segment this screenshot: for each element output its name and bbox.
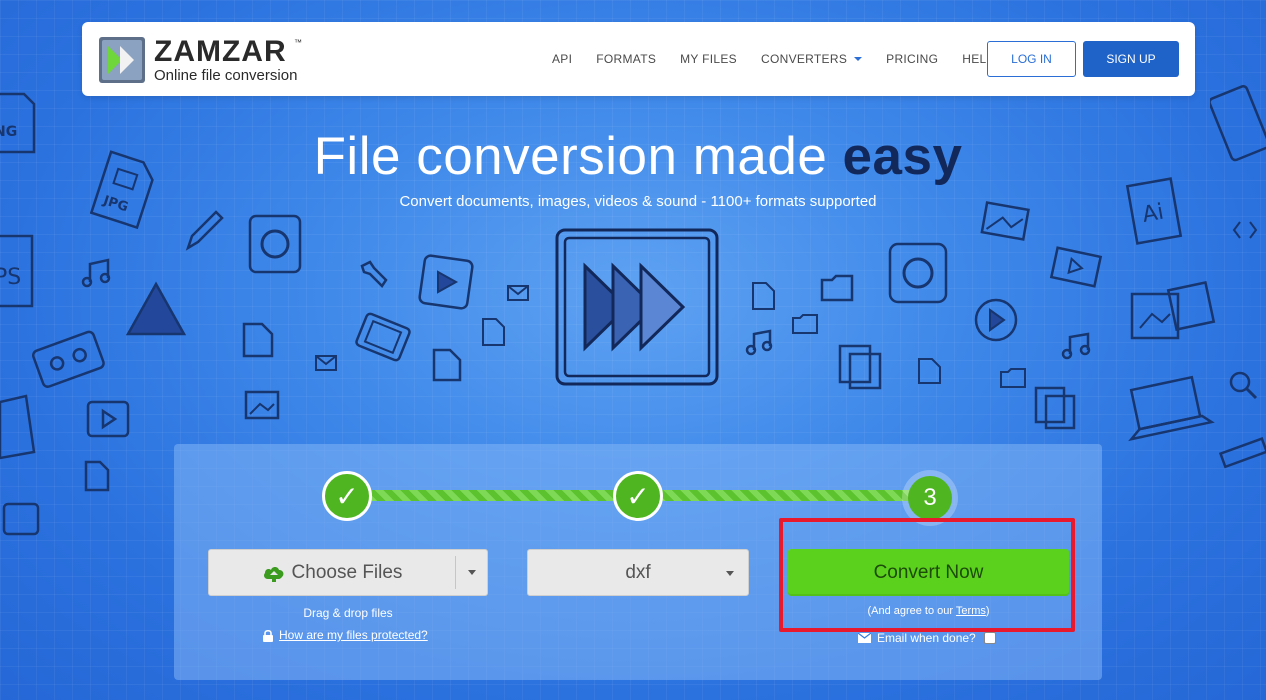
music-doodle-right2 xyxy=(1060,330,1094,362)
ps-file-doodle: PS xyxy=(0,232,38,312)
envelope-icon xyxy=(858,633,871,643)
signup-button[interactable]: SIGN UP xyxy=(1083,41,1179,77)
laptop-doodle xyxy=(1122,374,1222,444)
agree-prefix: (And agree to our xyxy=(867,605,956,617)
choose-files-dropdown[interactable] xyxy=(456,550,488,595)
clipboard-doodle-right xyxy=(1030,382,1082,434)
video-tile-doodle xyxy=(418,254,476,312)
caret-down-icon xyxy=(468,570,476,575)
zip-doodle xyxy=(0,496,44,540)
pencil-doodle xyxy=(182,206,226,254)
lock-icon xyxy=(263,629,273,642)
cassette-doodle xyxy=(30,328,108,388)
folder-doodle-right3 xyxy=(998,366,1028,390)
video-circle-doodle xyxy=(970,296,1024,346)
fast-forward-tile-icon xyxy=(555,228,719,386)
site-header: ZAMZAR ™ Online file conversion API FORM… xyxy=(82,22,1195,96)
music-doodle xyxy=(80,256,114,290)
sync-tile-doodle xyxy=(246,212,306,276)
choose-files-control: Choose Files xyxy=(208,549,488,596)
film-doodle xyxy=(1048,244,1104,290)
play-triangle-doodle xyxy=(124,280,188,340)
folder-doodle-right xyxy=(818,272,856,304)
login-button[interactable]: LOG IN xyxy=(987,41,1076,77)
hero-title-bold: easy xyxy=(842,127,963,186)
video-player-doodle xyxy=(84,398,134,442)
doc-doodle-small xyxy=(82,458,112,494)
wrench-doodle xyxy=(356,258,392,294)
photo-frame-doodle xyxy=(1128,280,1218,346)
nav-item-my-files[interactable]: MY FILES xyxy=(680,52,737,66)
ruler-doodle xyxy=(1216,424,1266,484)
hero-title: File conversion made easy xyxy=(0,126,1266,187)
format-select[interactable]: dxf xyxy=(527,549,749,596)
terms-link[interactable]: Terms xyxy=(956,605,986,617)
brand-name: ZAMZAR xyxy=(154,35,287,68)
choose-files-label: Choose Files xyxy=(291,561,403,583)
contact-doodle xyxy=(430,346,464,384)
nav-item-api[interactable]: API xyxy=(552,52,572,66)
nav-item-pricing[interactable]: PRICING xyxy=(886,52,938,66)
mail-doodle-left2 xyxy=(314,354,338,372)
cloud-upload-icon xyxy=(263,566,283,582)
drag-drop-hint: Drag & drop files xyxy=(303,606,393,620)
email-when-done-label: Email when done? xyxy=(877,631,976,645)
step-3-number: 3 xyxy=(923,484,937,511)
zamzar-logo-icon xyxy=(99,37,145,83)
checkmark-icon: ✓ xyxy=(335,480,359,512)
tablet-doodle xyxy=(352,308,414,366)
nav-item-formats[interactable]: FORMATS xyxy=(596,52,656,66)
files-protected-row: How are my files protected? xyxy=(262,628,428,642)
step-3-current: 3 xyxy=(908,476,952,520)
email-when-done-checkbox[interactable] xyxy=(983,632,996,644)
email-when-done-row: Email when done? xyxy=(858,631,996,645)
folder-doodle xyxy=(0,392,38,462)
terms-agreement: (And agree to our Terms) xyxy=(788,605,1069,617)
hero-title-light: File conversion made xyxy=(313,127,843,186)
step-1-complete: ✓ xyxy=(322,471,372,521)
audio-doc-doodle xyxy=(750,280,778,312)
image-doodle xyxy=(242,388,282,422)
format-selected-value: dxf xyxy=(625,561,651,583)
clipboard-doodle xyxy=(834,340,886,392)
choose-files-button[interactable]: Choose Files xyxy=(209,550,455,595)
mp3-doodle xyxy=(240,320,276,360)
trademark-symbol: ™ xyxy=(294,38,302,47)
music-doodle-right xyxy=(744,328,776,358)
main-nav: API FORMATS MY FILES CONVERTERS PRICING … xyxy=(552,22,1019,96)
mail-doodle-left xyxy=(506,284,530,302)
step-2-complete: ✓ xyxy=(613,471,663,521)
checkmark-icon: ✓ xyxy=(626,480,650,512)
convert-now-button[interactable]: Convert Now xyxy=(788,549,1069,596)
svg-text:PS: PS xyxy=(0,265,21,290)
zamzar-logo[interactable]: ZAMZAR ™ Online file conversion xyxy=(98,36,318,84)
nav-item-converters[interactable]: CONVERTERS xyxy=(761,52,863,66)
sync-tile-right-doodle xyxy=(884,238,954,308)
chevron-down-icon xyxy=(854,57,863,61)
agree-suffix: ) xyxy=(985,605,990,617)
magnifier-doodle xyxy=(1226,368,1260,402)
hero-subtitle: Convert documents, images, videos & soun… xyxy=(399,193,877,210)
folder-doodle-right2 xyxy=(790,312,820,336)
brand-tagline: Online file conversion xyxy=(154,67,298,84)
audio-doc-doodle2 xyxy=(916,356,944,386)
nav-item-converters-label: CONVERTERS xyxy=(761,52,848,66)
caret-down-icon xyxy=(726,571,734,576)
files-protected-link[interactable]: How are my files protected? xyxy=(279,628,428,642)
code-doodle xyxy=(1230,218,1260,242)
mail-doodle-right xyxy=(480,316,508,348)
